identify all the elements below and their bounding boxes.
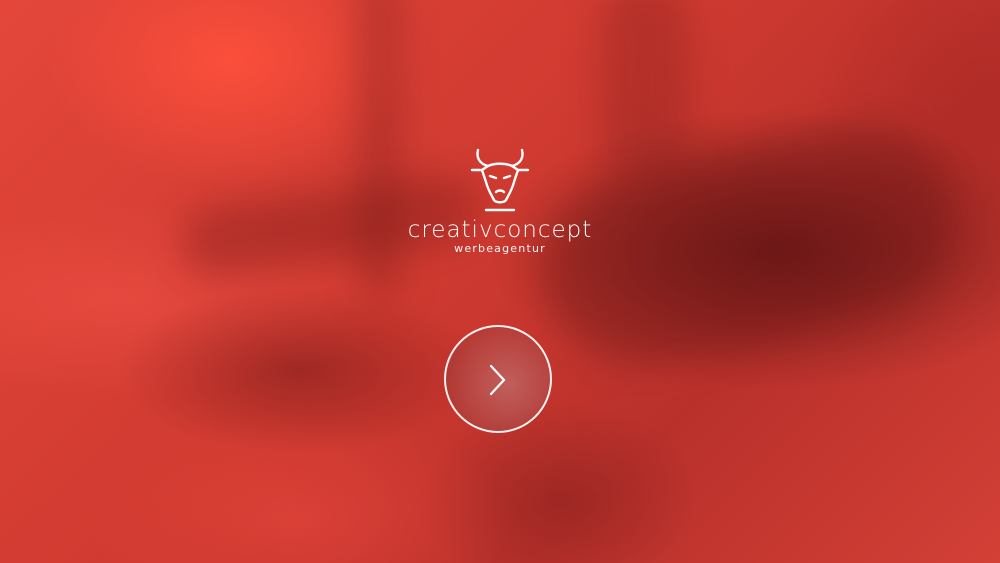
brand-name: creativconcept xyxy=(407,217,593,243)
next-button[interactable] xyxy=(444,325,552,433)
hero-background: creativconcept werbeagentur xyxy=(0,0,1000,563)
chevron-right-icon xyxy=(489,364,506,396)
bull-head-icon xyxy=(470,148,530,212)
brand-tagline: werbeagentur xyxy=(454,242,546,255)
brand-logo: creativconcept werbeagentur xyxy=(0,146,1000,255)
